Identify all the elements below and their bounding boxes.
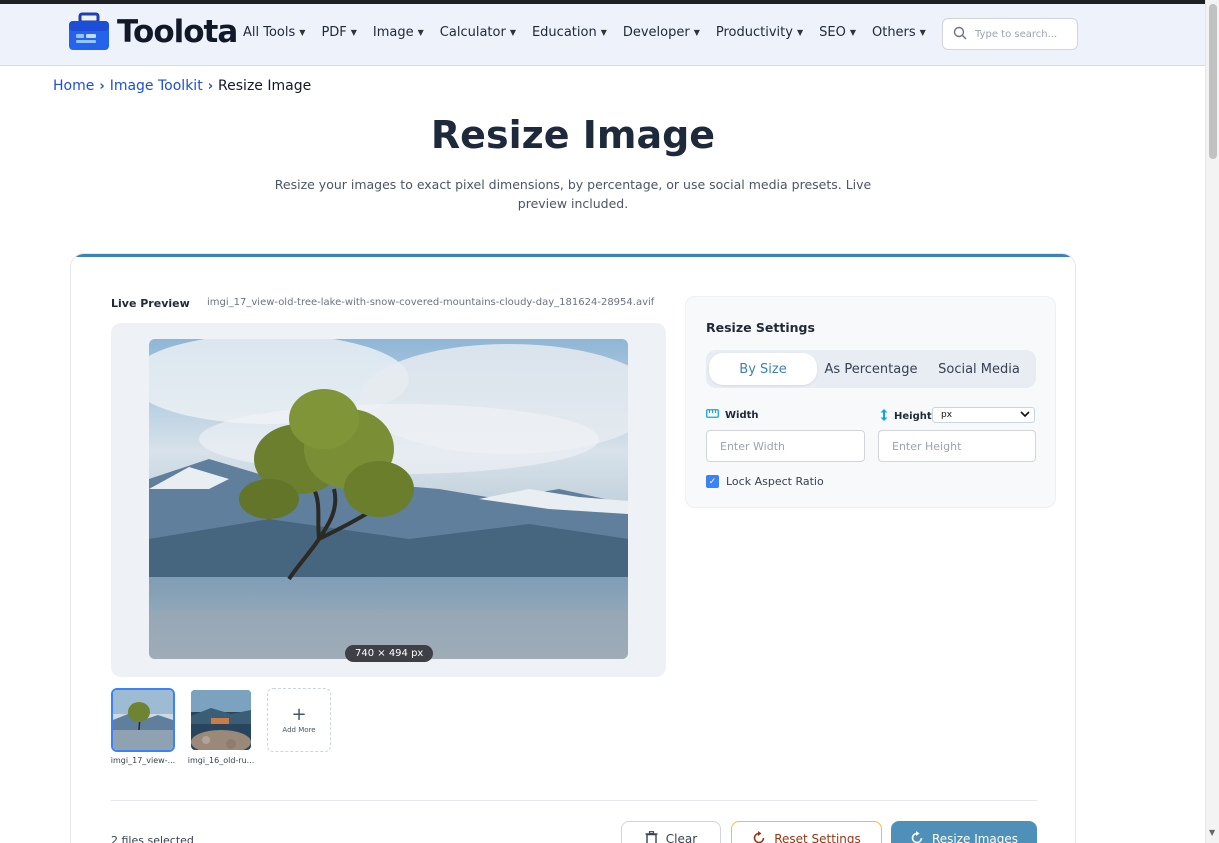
main-nav: All Tools ▼ PDF ▼ Image ▼ Calculator ▼ Educa… [243,25,926,40]
height-label: Height [880,409,932,424]
caret-down-icon: ▼ [509,28,516,37]
caret-down-icon: ▼ [350,28,357,37]
brand-name: Toolota [117,14,238,50]
breadcrumb: Home › Image Toolkit › Resize Image [53,78,311,94]
caret-down-icon: ▼ [919,28,926,37]
unit-select[interactable]: px [932,407,1035,423]
page-scrollbar[interactable]: ▼ [1205,0,1219,843]
tab-social-media[interactable]: Social Media [925,353,1033,385]
caret-down-icon: ▼ [693,28,700,37]
nav-calculator[interactable]: Calculator ▼ [440,25,516,40]
resize-settings-panel: Resize Settings By Size As Percentage So… [685,296,1056,508]
thumbnail-name: imgi_16_old-ru... [187,756,255,765]
resize-images-label: Resize Images [931,832,1019,843]
search-icon [953,25,967,44]
nav-developer[interactable]: Developer ▼ [623,25,700,40]
thumbnail-item[interactable]: imgi_16_old-ru... [187,688,255,765]
site-header: Toolota All Tools ▼ PDF ▼ Image ▼ Calculato… [0,4,1205,66]
thumbnail-strip: imgi_17_view-... imgi_16_old-ru... + Add… [111,688,331,765]
thumbnail-image[interactable] [111,688,175,752]
width-label: Width [706,409,759,421]
thumbnail-name: imgi_17_view-... [110,756,176,765]
chevron-right-icon: › [99,78,105,94]
card-accent-bar [71,254,1075,257]
nav-education[interactable]: Education ▼ [532,25,607,40]
nav-productivity[interactable]: Productivity ▼ [716,25,803,40]
height-label-text: Height [894,411,932,422]
nav-item-label: SEO [819,25,846,40]
site-logo[interactable]: Toolota [67,12,238,52]
ruler-icon [706,409,719,421]
lock-aspect-ratio-label: Lock Aspect Ratio [726,475,824,488]
image-dimensions-badge: 740 × 494 px [345,645,434,662]
lock-aspect-ratio-checkbox[interactable]: ✓ [706,475,719,488]
nav-item-label: Calculator [439,25,506,40]
tab-by-size[interactable]: By Size [709,353,817,385]
live-preview-label: Live Preview [111,297,190,310]
live-preview-panel: 740 × 494 px [111,323,666,677]
nav-seo[interactable]: SEO ▼ [819,25,856,40]
add-more-button[interactable]: + Add More [267,688,331,752]
caret-down-icon: ▼ [299,28,306,37]
files-selected-count: 2 files selected [111,834,194,843]
breadcrumb-current: Resize Image [218,78,312,94]
preview-file-name: imgi_17_view-old-tree-lake-with-snow-cov… [207,297,655,308]
unit-selected-value: px [941,410,953,420]
nav-item-label: Developer [622,25,690,40]
nav-item-label: PDF [321,25,347,40]
nav-item-label: All Tools [243,25,296,40]
plus-icon: + [291,704,307,725]
search-box[interactable] [942,18,1078,50]
thumbnail-image[interactable] [189,688,253,752]
trash-icon [645,830,658,843]
breadcrumb-home[interactable]: Home [53,78,94,94]
scrollbar-thumb[interactable] [1209,4,1217,159]
lock-aspect-ratio-row[interactable]: ✓ Lock Aspect Ratio [706,475,824,488]
nav-item-label: Productivity [715,25,793,40]
nav-item-label: Others [871,25,916,40]
preview-image [149,339,628,659]
breadcrumb-image-toolkit[interactable]: Image Toolkit [110,78,203,94]
refresh-icon [910,830,924,843]
resize-tool-card: Live Preview imgi_17_view-old-tree-lake-… [70,253,1076,843]
nav-pdf[interactable]: PDF ▼ [321,25,356,40]
nav-image[interactable]: Image ▼ [373,25,424,40]
caret-down-icon: ▼ [600,28,607,37]
reset-settings-button[interactable]: Reset Settings [731,821,882,843]
width-input[interactable] [706,430,865,462]
clear-button-label: Clear [665,832,698,843]
page-title: Resize Image [430,113,716,157]
caret-down-icon: ▼ [417,28,424,37]
reset-settings-label: Reset Settings [774,832,861,843]
resize-mode-tabs: By Size As Percentage Social Media [706,350,1036,388]
add-more-label: Add More [282,726,316,734]
caret-down-icon: ▼ [796,28,804,37]
thumbnail-item[interactable]: imgi_17_view-... [111,688,175,765]
height-input[interactable] [878,430,1036,462]
resize-images-button[interactable]: Resize Images [891,821,1037,843]
nav-all-tools[interactable]: All Tools ▼ [243,25,305,40]
scroll-down-arrow-icon[interactable]: ▼ [1209,828,1215,837]
add-more-item[interactable]: + Add More [267,688,331,765]
caret-down-icon: ▼ [849,28,856,37]
tab-as-percentage[interactable]: As Percentage [817,353,925,385]
reset-icon [752,830,766,843]
clear-button[interactable]: Clear [621,821,721,843]
settings-title: Resize Settings [706,320,815,335]
page-subtitle: Resize your images to exact pixel dimens… [274,177,872,211]
toolbox-icon [67,12,111,52]
chevron-right-icon: › [207,78,214,94]
nav-item-label: Education [531,25,597,40]
nav-item-label: Image [372,25,414,40]
vertical-arrows-icon [880,409,888,424]
width-label-text: Width [725,409,759,421]
search-input[interactable] [975,28,1071,40]
nav-others[interactable]: Others ▼ [872,25,926,40]
chevron-down-icon [1020,410,1030,420]
card-divider [111,800,1037,801]
